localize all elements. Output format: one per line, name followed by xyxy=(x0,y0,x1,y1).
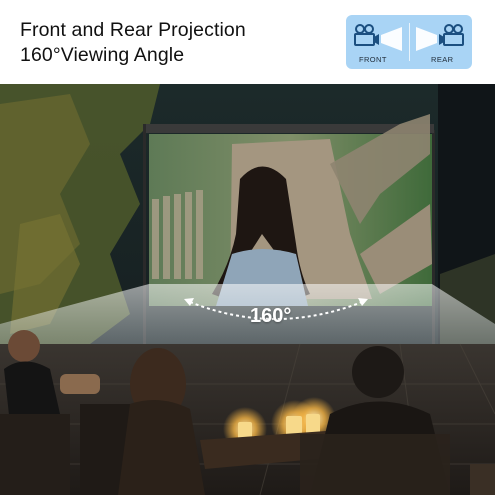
viewing-angle-label: 160° xyxy=(250,305,292,327)
projector-rear-icon xyxy=(416,24,464,51)
scene-illustration xyxy=(0,84,495,495)
page-subtitle: 160°Viewing Angle xyxy=(20,44,185,66)
backyard-movie-photo xyxy=(0,84,495,495)
rear-label: REAR xyxy=(431,55,454,64)
header: Front and Rear Projection 160°Viewing An… xyxy=(0,0,495,84)
page-title: Front and Rear Projection xyxy=(20,19,246,41)
badge-divider xyxy=(409,23,410,61)
projection-mode-badge: FRONT REAR xyxy=(346,15,472,69)
front-label: FRONT xyxy=(359,55,387,64)
projector-front-icon xyxy=(354,24,402,51)
